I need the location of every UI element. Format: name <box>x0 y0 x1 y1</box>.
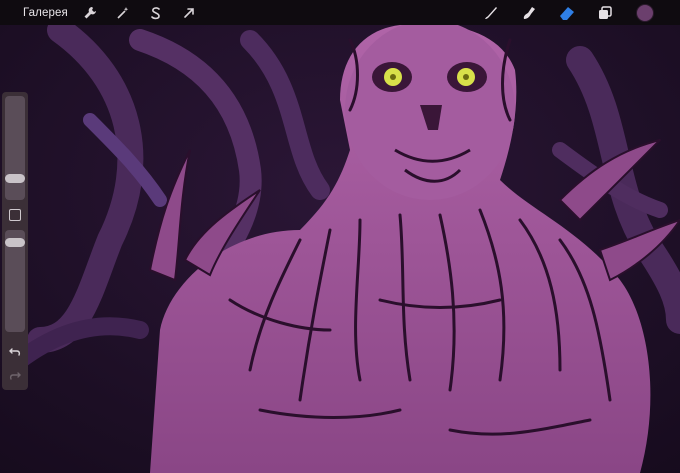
magic-wand-icon[interactable] <box>111 1 135 25</box>
undo-icon[interactable] <box>8 344 22 358</box>
smudge-icon[interactable] <box>516 0 542 25</box>
brush-icon[interactable] <box>478 0 504 25</box>
brush-size-handle[interactable] <box>5 174 25 183</box>
top-toolbar: Галерея <box>0 0 680 25</box>
redo-icon[interactable] <box>8 368 22 382</box>
opacity-handle[interactable] <box>5 238 25 247</box>
modify-button[interactable] <box>9 209 21 221</box>
eraser-icon[interactable] <box>554 0 580 25</box>
arrow-cursor-icon[interactable] <box>177 1 201 25</box>
gallery-button[interactable]: Галерея <box>23 7 68 19</box>
brush-size-slider[interactable] <box>5 96 25 200</box>
brush-sidebar <box>2 92 28 390</box>
opacity-slider[interactable] <box>5 230 25 332</box>
active-color-swatch[interactable] <box>636 3 654 22</box>
drawing-canvas[interactable] <box>0 0 680 473</box>
wrench-icon[interactable] <box>78 1 102 25</box>
selection-s-icon[interactable] <box>144 1 168 25</box>
layers-icon[interactable] <box>592 0 618 25</box>
